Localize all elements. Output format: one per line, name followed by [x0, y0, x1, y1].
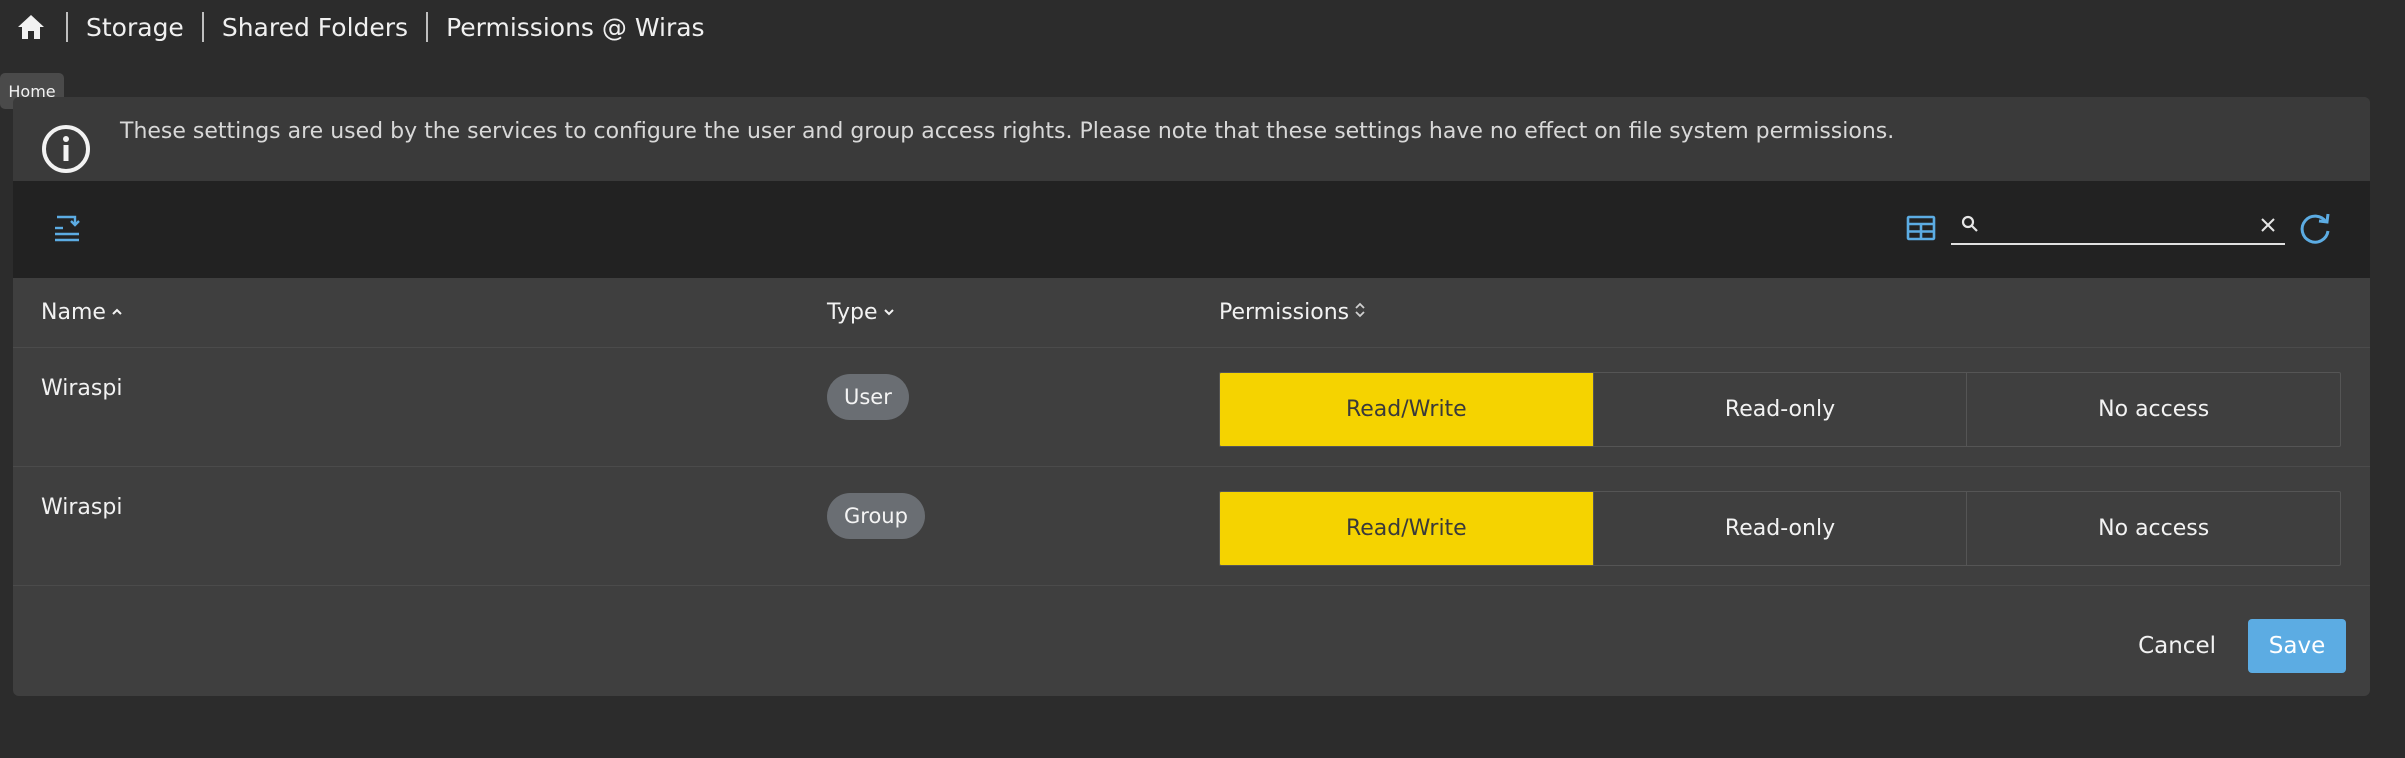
table-row: Wiraspi Group Read/Write Read-only No ac…: [13, 467, 2370, 586]
row-name: Wiraspi: [41, 495, 123, 520]
permission-selector: Read/Write Read-only No access: [1219, 372, 2341, 447]
column-header-type[interactable]: Type: [827, 300, 896, 325]
permission-read-only[interactable]: Read-only: [1592, 492, 1967, 565]
breadcrumb-shared-folders[interactable]: Shared Folders: [222, 13, 408, 42]
save-button[interactable]: Save: [2248, 619, 2346, 673]
search-field: [1951, 209, 2285, 245]
breadcrumb-separator: [66, 12, 68, 42]
permission-no-access[interactable]: No access: [1966, 373, 2340, 446]
info-circle-icon: [40, 123, 92, 175]
permission-read-write[interactable]: Read/Write: [1220, 373, 1593, 446]
cancel-button[interactable]: Cancel: [2118, 619, 2236, 673]
row-name: Wiraspi: [41, 376, 123, 401]
refresh-icon[interactable]: [2296, 209, 2334, 247]
info-text: These settings are used by the services …: [120, 119, 1895, 144]
toolbar: [13, 181, 2370, 278]
column-header-permissions[interactable]: Permissions: [1219, 300, 1367, 325]
home-icon[interactable]: [14, 10, 48, 44]
sort-icon: [1353, 300, 1367, 325]
breadcrumb: Storage Shared Folders Permissions @ Wir…: [0, 0, 2405, 54]
type-badge: User: [827, 374, 909, 420]
breadcrumb-storage[interactable]: Storage: [86, 13, 184, 42]
edit-list-icon[interactable]: [49, 211, 85, 247]
permission-selector: Read/Write Read-only No access: [1219, 491, 2341, 566]
chevron-up-icon: [110, 300, 124, 325]
permission-read-write[interactable]: Read/Write: [1220, 492, 1593, 565]
table-columns-icon[interactable]: [1904, 211, 1938, 245]
breadcrumb-separator: [426, 12, 429, 42]
breadcrumb-current-page: Permissions @ Wiras: [446, 12, 705, 42]
chevron-down-icon: [882, 300, 896, 325]
search-icon: [1961, 215, 1981, 235]
table-header: Name Type Permissions: [13, 278, 2370, 348]
type-badge: Group: [827, 493, 925, 539]
info-banner: These settings are used by the services …: [13, 97, 2370, 181]
breadcrumb-separator: [201, 12, 204, 42]
form-actions: Cancel Save: [2118, 619, 2346, 673]
column-header-name[interactable]: Name: [41, 300, 124, 325]
close-icon[interactable]: [2259, 216, 2279, 236]
table-row: Wiraspi User Read/Write Read-only No acc…: [13, 348, 2370, 467]
permissions-card: These settings are used by the services …: [13, 97, 2370, 696]
permission-read-only[interactable]: Read-only: [1592, 373, 1967, 446]
search-input[interactable]: [1989, 209, 2249, 243]
permission-no-access[interactable]: No access: [1966, 492, 2340, 565]
